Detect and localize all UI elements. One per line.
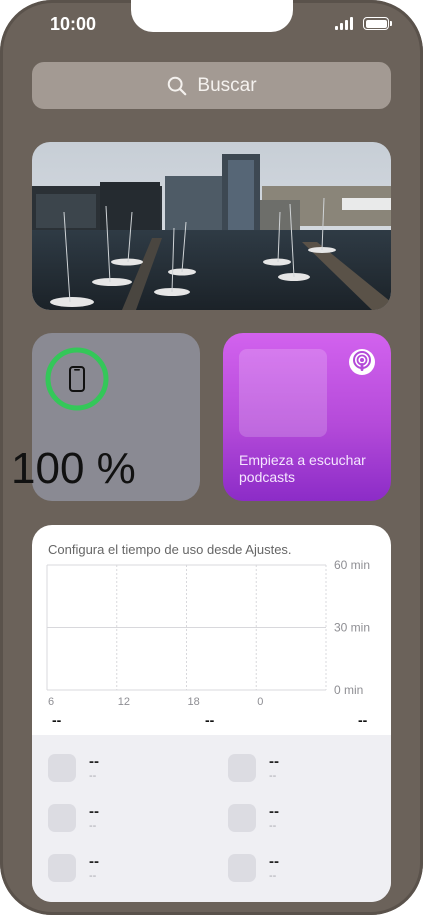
podcast-artwork-placeholder xyxy=(239,349,327,437)
chart-x-tick-label: 12 xyxy=(118,696,130,708)
status-icons xyxy=(335,17,392,30)
app-icon-placeholder xyxy=(48,754,76,782)
chart-x-tick-label: 18 xyxy=(188,696,200,708)
chart-x-tick-label: 0 xyxy=(257,696,263,708)
usage-chart: 60 min 30 min 0 min 6 12 18 0 xyxy=(46,558,370,708)
app-usage-item[interactable]: -- -- xyxy=(228,853,378,894)
podcasts-app-icon xyxy=(349,349,375,375)
iphone-icon xyxy=(69,366,85,392)
search-icon xyxy=(168,76,187,95)
chart-y-tick-label: 0 min xyxy=(334,683,363,697)
app-time: -- xyxy=(89,770,97,782)
app-usage-item[interactable]: -- -- xyxy=(48,803,198,844)
podcast-prompt: Empieza a escuchar podcasts xyxy=(239,452,366,485)
battery-icon xyxy=(363,17,392,30)
app-name: -- xyxy=(89,803,99,820)
app-icon-placeholder xyxy=(228,804,256,832)
app-icon-placeholder xyxy=(48,854,76,882)
battery-percentage: 100 % xyxy=(11,444,136,493)
app-name: -- xyxy=(89,853,99,870)
harbor-photo xyxy=(32,142,391,310)
total-center: -- xyxy=(205,712,215,728)
app-name: -- xyxy=(269,853,279,870)
app-usage-item[interactable]: -- -- xyxy=(228,753,378,794)
app-time: -- xyxy=(269,870,277,882)
app-icon-placeholder xyxy=(228,854,256,882)
app-usage-item[interactable]: -- -- xyxy=(48,853,198,894)
total-right: -- xyxy=(358,712,368,728)
home-screen: 10:00 Buscar 100 % Empieza a escuchar po… xyxy=(0,0,423,915)
app-name: -- xyxy=(89,753,99,770)
app-icon-placeholder xyxy=(48,804,76,832)
app-name: -- xyxy=(269,803,279,820)
cellular-signal-icon xyxy=(335,17,353,30)
total-left: -- xyxy=(52,712,62,728)
chart-y-tick-label: 30 min xyxy=(334,621,370,635)
search-widget[interactable]: Buscar xyxy=(32,62,391,109)
app-usage-list: -- -- -- -- -- -- -- -- -- -- -- -- xyxy=(32,735,391,902)
search-label: Buscar xyxy=(197,74,257,96)
app-time: -- xyxy=(269,770,277,782)
photo-widget[interactable] xyxy=(32,142,391,310)
app-time: -- xyxy=(269,820,277,832)
chart-x-tick-label: 6 xyxy=(48,696,54,708)
notch xyxy=(131,0,293,32)
app-usage-item[interactable]: -- -- xyxy=(48,753,198,794)
screen-time-widget[interactable]: Configura el tiempo de uso desde Ajustes… xyxy=(32,525,391,902)
app-time: -- xyxy=(89,870,97,882)
status-time: 10:00 xyxy=(50,14,97,34)
app-name: -- xyxy=(269,753,279,770)
app-usage-item[interactable]: -- -- xyxy=(228,803,378,844)
usage-totals: -- -- -- xyxy=(32,712,391,732)
battery-ring xyxy=(45,347,109,411)
podcast-widget[interactable]: Empieza a escuchar podcasts xyxy=(223,333,391,501)
chart-y-tick-label: 60 min xyxy=(334,558,370,572)
app-icon-placeholder xyxy=(228,754,256,782)
app-time: -- xyxy=(89,820,97,832)
